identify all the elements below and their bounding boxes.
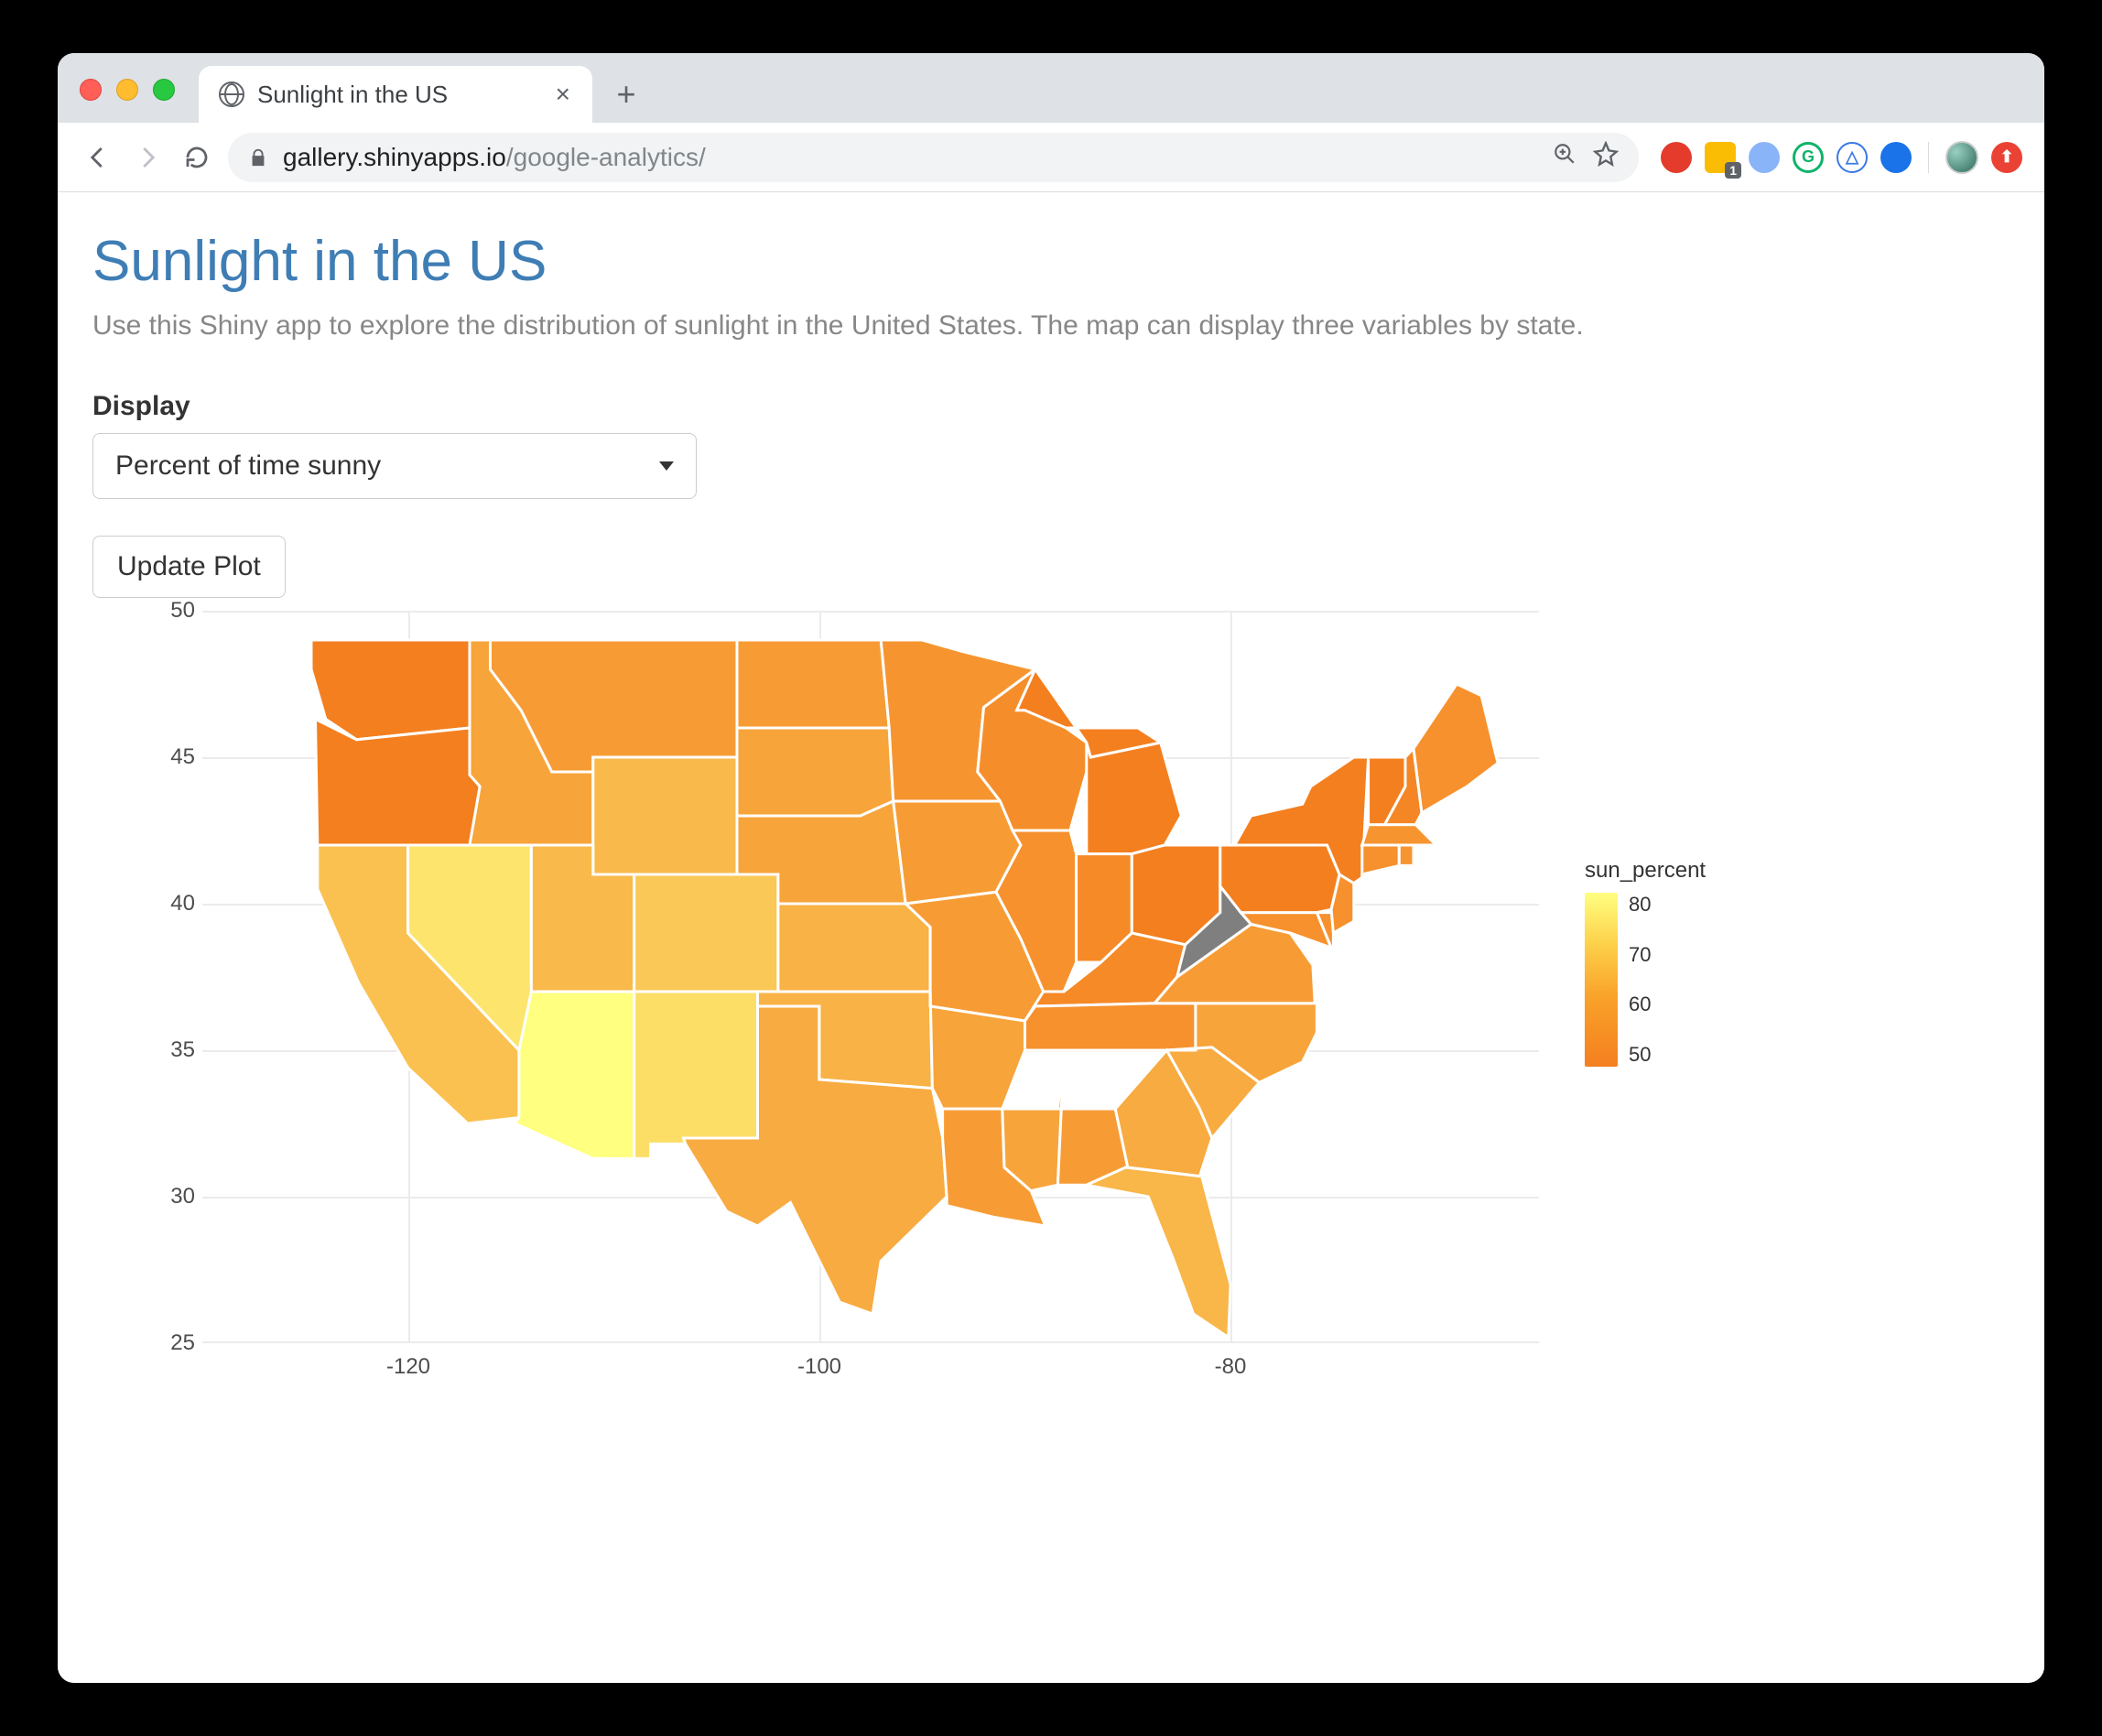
url-path: /google-analytics/ (506, 143, 706, 171)
y-tick: 35 (157, 1037, 195, 1063)
us-map (202, 611, 1539, 1343)
zoom-icon[interactable] (1553, 142, 1576, 172)
display-label: Display (92, 391, 2010, 422)
minimize-window-icon[interactable] (116, 79, 138, 101)
forward-button[interactable] (129, 139, 166, 176)
page-title: Sunlight in the US (92, 229, 2010, 294)
x-tick: -80 (1215, 1354, 1247, 1380)
extension-grammarly-icon[interactable]: G (1793, 142, 1824, 173)
tab-title: Sunlight in the US (257, 81, 537, 109)
y-tick: 45 (157, 744, 195, 770)
lock-icon (248, 147, 268, 168)
extensions: G △ ⬆ (1652, 141, 2022, 174)
profile-avatar[interactable] (1945, 141, 1978, 174)
legend: sun_percent 80 70 60 50 (1585, 858, 1768, 1067)
display-select-value: Percent of time sunny (115, 450, 381, 482)
extension-search-icon[interactable] (1749, 142, 1780, 173)
url-host: gallery.shinyapps.io (283, 143, 506, 171)
x-tick: -120 (386, 1354, 430, 1380)
extension-triangle-icon[interactable]: △ (1837, 142, 1868, 173)
extension-ublock-icon[interactable] (1661, 142, 1692, 173)
window-controls (80, 79, 175, 123)
url-text: gallery.shinyapps.io/google-analytics/ (283, 143, 1538, 172)
close-window-icon[interactable] (80, 79, 102, 101)
back-button[interactable] (80, 139, 116, 176)
browser-tab[interactable]: Sunlight in the US × (199, 66, 592, 123)
update-plot-button[interactable]: Update Plot (92, 536, 286, 598)
display-select[interactable]: Percent of time sunny (92, 433, 697, 499)
y-tick: 40 (157, 891, 195, 917)
titlebar: Sunlight in the US × + (58, 53, 2044, 123)
legend-tick: 60 (1629, 993, 1651, 1016)
legend-tick: 50 (1629, 1043, 1651, 1067)
plot: 50 45 40 35 30 25 -120 -100 -80 sun_perc… (92, 611, 1704, 1407)
page-lead: Use this Shiny app to explore the distri… (92, 310, 2010, 342)
legend-colorbar (1585, 893, 1618, 1067)
toolbar-separator (1928, 142, 1929, 173)
close-tab-icon[interactable]: × (550, 80, 576, 109)
plot-panel (202, 611, 1539, 1343)
address-bar[interactable]: gallery.shinyapps.io/google-analytics/ (228, 133, 1639, 182)
extension-docs-icon[interactable] (1880, 142, 1912, 173)
legend-title: sun_percent (1585, 858, 1768, 884)
page-content: Sunlight in the US Use this Shiny app to… (58, 192, 2044, 1683)
browser-window: Sunlight in the US × + gallery.shinyapps… (58, 53, 2044, 1683)
chevron-down-icon (659, 461, 674, 471)
reload-button[interactable] (179, 139, 215, 176)
legend-tick: 70 (1629, 943, 1651, 967)
y-tick: 25 (157, 1330, 195, 1356)
extension-up-icon[interactable]: ⬆ (1991, 142, 2022, 173)
new-tab-button[interactable]: + (603, 71, 649, 117)
y-tick: 30 (157, 1184, 195, 1210)
bookmark-star-icon[interactable] (1593, 141, 1619, 173)
extension-notes-icon[interactable] (1705, 142, 1736, 173)
y-tick: 50 (157, 598, 195, 624)
maximize-window-icon[interactable] (153, 79, 175, 101)
x-tick: -100 (797, 1354, 841, 1380)
legend-tick: 80 (1629, 893, 1651, 917)
globe-icon (219, 81, 244, 107)
browser-toolbar: gallery.shinyapps.io/google-analytics/ G… (58, 123, 2044, 192)
